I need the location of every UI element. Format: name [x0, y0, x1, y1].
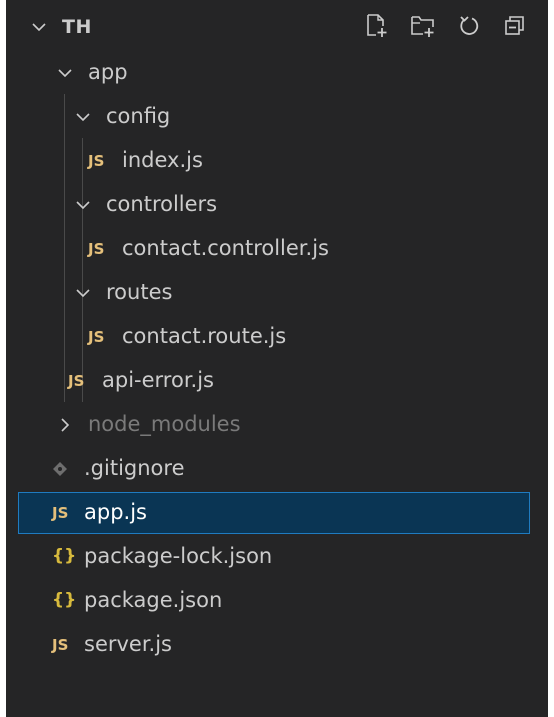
- javascript-file-icon: JS: [52, 504, 69, 522]
- tree-file-server-js[interactable]: JS server.js: [6, 624, 548, 666]
- tree-item-label: contact.controller.js: [122, 236, 329, 260]
- json-file-icon: {}: [52, 590, 77, 610]
- javascript-file-icon: JS: [88, 152, 105, 170]
- explorer-panel: TH app config JS index.js controllers JS…: [6, 0, 548, 717]
- collapse-all-button[interactable]: [500, 10, 530, 42]
- tree-item-label: app: [88, 60, 128, 84]
- tree-file-gitignore[interactable]: .gitignore: [6, 448, 548, 490]
- tree-item-label: node_modules: [88, 412, 241, 436]
- tree-item-label: contact.route.js: [122, 324, 287, 348]
- tree-item-label: config: [106, 104, 171, 128]
- tree-folder-node-modules[interactable]: node_modules: [6, 404, 548, 446]
- tree-file-app-js[interactable]: JS app.js: [18, 492, 530, 534]
- collapse-all-icon: [505, 16, 524, 35]
- tree-file-api-error-js[interactable]: JS api-error.js: [6, 360, 548, 402]
- chevron-right-icon: [61, 418, 70, 432]
- tree-file-index-js[interactable]: JS index.js: [6, 140, 548, 182]
- tree-item-label: server.js: [84, 632, 172, 656]
- tree-item-label: app.js: [84, 500, 147, 524]
- javascript-file-icon: JS: [68, 372, 85, 390]
- tree-folder-config[interactable]: config: [6, 96, 548, 138]
- javascript-file-icon: JS: [52, 636, 69, 654]
- tree-item-label: controllers: [106, 192, 218, 216]
- refresh-icon: [460, 16, 479, 35]
- tree-file-contact-route-js[interactable]: JS contact.route.js: [6, 316, 548, 358]
- new-folder-button[interactable]: [408, 10, 438, 42]
- chevron-down-icon: [76, 201, 90, 210]
- explorer-section-header[interactable]: TH: [6, 0, 548, 56]
- new-file-button[interactable]: [362, 10, 392, 42]
- new-file-icon: [367, 14, 387, 37]
- tree-file-package-lock-json[interactable]: {} package-lock.json: [6, 536, 548, 578]
- tree-file-contact-controller-js[interactable]: JS contact.controller.js: [6, 228, 548, 270]
- tree-folder-controllers[interactable]: controllers: [6, 184, 548, 226]
- tree-item-label: package-lock.json: [84, 544, 273, 568]
- javascript-file-icon: JS: [88, 240, 105, 258]
- tree-folder-routes[interactable]: routes: [6, 272, 548, 314]
- tree-file-package-json[interactable]: {} package.json: [6, 580, 548, 622]
- chevron-down-icon: [76, 113, 90, 122]
- refresh-button[interactable]: [454, 10, 484, 42]
- tree-folder-app[interactable]: app: [6, 52, 548, 94]
- new-folder-icon: [411, 16, 434, 37]
- explorer-actions: [362, 10, 530, 42]
- tree-item-label: index.js: [122, 148, 203, 172]
- section-title: TH: [62, 16, 92, 38]
- tree-item-label: .gitignore: [84, 456, 185, 480]
- tree-item-label: api-error.js: [102, 368, 214, 392]
- chevron-down-icon: [58, 69, 72, 78]
- javascript-file-icon: JS: [88, 328, 105, 346]
- chevron-down-icon[interactable]: [32, 20, 46, 34]
- git-diamond-icon: [53, 462, 67, 476]
- chevron-down-icon: [76, 289, 90, 298]
- json-file-icon: {}: [52, 546, 77, 566]
- tree-item-label: package.json: [84, 588, 223, 612]
- tree-item-label: routes: [106, 280, 173, 304]
